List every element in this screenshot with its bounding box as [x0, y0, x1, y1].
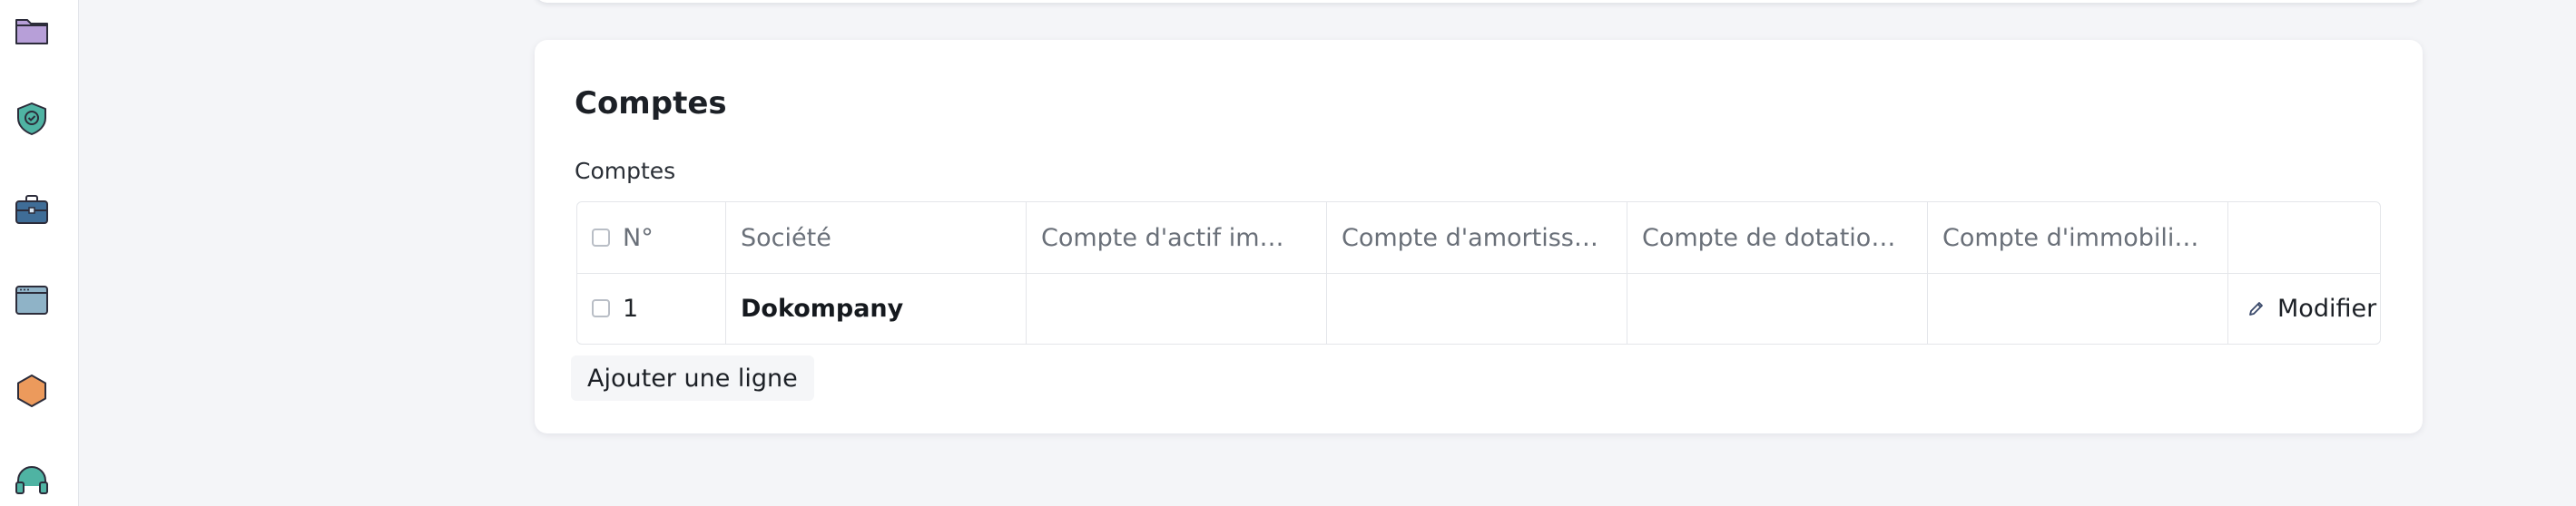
row-checkbox[interactable] [592, 299, 610, 317]
previous-card [535, 0, 2423, 3]
cell-number: 1 [577, 273, 726, 344]
header-compte-amortissement[interactable]: Compte d'amortisse... [1327, 202, 1627, 273]
hexagon-icon[interactable] [13, 372, 51, 410]
section-label: Comptes [575, 158, 676, 184]
cell-actions: Modifier [2228, 273, 2380, 344]
shield-check-icon[interactable] [13, 100, 51, 138]
comptes-card: Comptes Comptes N° Société Compte d'acti… [535, 40, 2423, 433]
modifier-button[interactable]: Modifier [2243, 295, 2376, 323]
headset-icon[interactable] [13, 461, 51, 499]
card-title: Comptes [575, 85, 727, 122]
header-compte-actif[interactable]: Compte d'actif imm... [1027, 202, 1327, 273]
sidebar [0, 0, 79, 506]
modifier-label: Modifier [2277, 294, 2377, 323]
societe-value: Dokompany [741, 294, 904, 323]
header-label: Compte d'actif imm... [1041, 223, 1304, 252]
header-label: Compte de dotation... [1642, 223, 1905, 252]
add-line-button[interactable]: Ajouter une ligne [571, 355, 814, 401]
cell-compte-actif[interactable] [1027, 273, 1327, 344]
header-actions [2228, 202, 2380, 273]
header-label: N° [623, 223, 654, 252]
cell-compte-dotation[interactable] [1627, 273, 1928, 344]
header-compte-immobilisation[interactable]: Compte d'immobilis... [1928, 202, 2228, 273]
folder-icon[interactable] [13, 11, 51, 49]
browser-window-icon[interactable] [13, 281, 51, 319]
header-societe[interactable]: Société [726, 202, 1027, 273]
header-label: Compte d'amortisse... [1342, 223, 1605, 252]
header-compte-dotation[interactable]: Compte de dotation... [1627, 202, 1928, 273]
table-header-row: N° Société Compte d'actif imm... Compte … [577, 202, 2380, 274]
select-all-checkbox[interactable] [592, 229, 610, 247]
pencil-icon [2249, 302, 2263, 316]
header-label: Compte d'immobilis... [1942, 223, 2206, 252]
row-number: 1 [623, 294, 639, 323]
briefcase-icon[interactable] [13, 190, 51, 229]
header-number: N° [577, 202, 726, 273]
comptes-table: N° Société Compte d'actif imm... Compte … [576, 201, 2381, 345]
cell-compte-immobilisation[interactable] [1928, 273, 2228, 344]
table-row[interactable]: 1 Dokompany Modifier [577, 273, 2380, 344]
header-label: Société [741, 223, 831, 252]
cell-compte-amortissement[interactable] [1327, 273, 1627, 344]
cell-societe[interactable]: Dokompany [726, 273, 1027, 344]
